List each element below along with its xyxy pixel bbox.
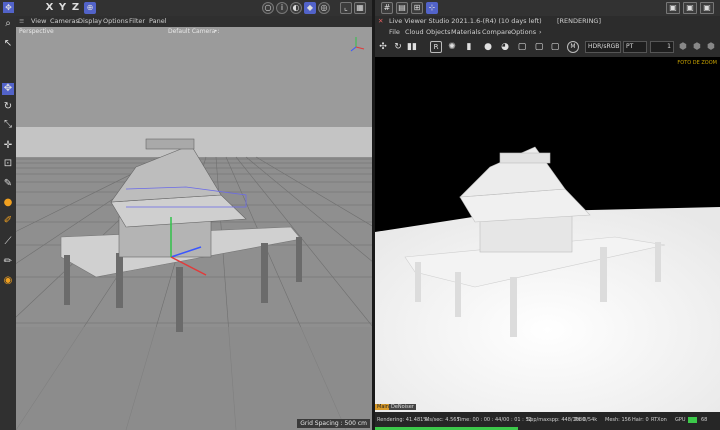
- focus-pick-icon[interactable]: ▢: [533, 41, 545, 53]
- render-settings-icon[interactable]: ▣: [700, 2, 714, 14]
- rotate-icon[interactable]: ↻: [2, 101, 14, 113]
- tri-text: Tri: 0/54k: [574, 417, 598, 423]
- snap-icon[interactable]: ○: [262, 2, 274, 14]
- menu-panel[interactable]: Panel: [149, 16, 167, 27]
- grayscale-icon[interactable]: ▮: [463, 41, 475, 53]
- viewport-menubar: ≡ View Cameras Display Options Filter Pa…: [16, 16, 372, 27]
- clay-mode-icon[interactable]: ◕: [499, 41, 511, 53]
- x-axis-toggle[interactable]: X: [44, 1, 55, 14]
- render-overlay-text: FOTO DE ZOOM: [677, 60, 717, 66]
- viewport-menu-handle-icon: ≡: [19, 17, 25, 25]
- refresh-icon[interactable]: ↻: [392, 41, 404, 53]
- perspective-viewport[interactable]: Perspective Default Camera •: Grid Spaci…: [16, 27, 372, 430]
- output-icon[interactable]: ▢: [549, 41, 561, 53]
- coordinate-system-icon[interactable]: ⊕: [84, 2, 96, 14]
- scale-icon[interactable]: ⤡: [2, 119, 14, 131]
- grid-icon[interactable]: ▦: [354, 2, 366, 14]
- rendering-progress-text: Rendering: 41.481%: [377, 417, 429, 423]
- move-icon[interactable]: ✥: [2, 83, 14, 95]
- select-arrow-icon[interactable]: ↖: [2, 38, 14, 50]
- render-output[interactable]: FOTO DE ZOOM: [375, 57, 720, 412]
- sculpt-icon[interactable]: ✏: [2, 256, 14, 268]
- time-text: Time: 00 : 00 : 44/00 : 01 : 53: [457, 417, 532, 423]
- menu-view[interactable]: View: [31, 16, 46, 27]
- transform-icon[interactable]: ✛: [2, 140, 14, 152]
- live-select-icon[interactable]: ✥: [3, 2, 14, 13]
- y-axis-toggle[interactable]: Y: [57, 1, 68, 14]
- snap-grid-icon[interactable]: #: [381, 2, 393, 14]
- info-icon[interactable]: i: [276, 2, 288, 14]
- viewport-scene: [16, 27, 372, 430]
- denoiser-tab[interactable]: DeNoiser: [389, 404, 416, 410]
- render-view-icon[interactable]: ▣: [666, 2, 680, 14]
- live-viewer-titlebar: ✕ Live Viewer Studio 2021.1.6-(R4) (10 d…: [375, 16, 720, 27]
- spline-pen-icon[interactable]: ✎: [2, 178, 14, 190]
- menu-cameras[interactable]: Cameras: [50, 16, 79, 27]
- cube-icon[interactable]: ◆: [304, 2, 316, 14]
- material-sphere-icon[interactable]: ●: [482, 41, 494, 53]
- camera-name-label[interactable]: Default Camera: [168, 28, 215, 35]
- settings-gear-icon[interactable]: ✺: [446, 41, 458, 53]
- brush-icon[interactable]: ✐: [2, 215, 14, 227]
- magnet-icon[interactable]: ◉: [2, 275, 14, 287]
- lv-menu-options[interactable]: Options: [511, 27, 536, 37]
- live-viewer-menubar: File Cloud Objects Materials Compare Opt…: [375, 27, 720, 37]
- stop-icon[interactable]: ▮▮: [406, 41, 418, 53]
- render-state-label: [RENDERING]: [557, 17, 602, 25]
- stack-icon[interactable]: ⬢: [705, 41, 717, 53]
- view-name-label: Perspective: [19, 28, 54, 35]
- lock-icon[interactable]: ◐: [290, 2, 302, 14]
- pinwheel-icon[interactable]: ✣: [377, 41, 389, 53]
- rtx-text: RTXon: [651, 417, 667, 423]
- tool-palette: ⌕ ↖ ✥ ↻ ⤡ ✛ ⊡ ✎ ● ✐ ⟋ ✏ ◉: [0, 16, 16, 430]
- more-chevron-icon[interactable]: ›: [539, 27, 542, 37]
- extrude-icon[interactable]: ⊡: [2, 158, 14, 170]
- knife-icon[interactable]: ⟋: [2, 236, 14, 248]
- render-region-icon[interactable]: ▣: [683, 2, 697, 14]
- ms-sec-text: Ms/sec: 4.565: [425, 417, 460, 423]
- gpu-value-text: 68: [701, 417, 708, 423]
- camera-link-icon[interactable]: •:: [214, 28, 220, 35]
- render-status-bar: Main DeNoiser Rendering: 41.481% Ms/sec:…: [375, 404, 720, 430]
- mesh-text: Mesh: 156: [605, 417, 631, 423]
- z-axis-toggle[interactable]: Z: [70, 1, 81, 14]
- color-space-select[interactable]: HDR/sRGB: [585, 41, 621, 53]
- lv-menu-file[interactable]: File: [389, 27, 400, 37]
- rendered-image: [375, 146, 720, 412]
- kernel-value-field[interactable]: 1: [650, 41, 674, 53]
- search-icon[interactable]: ⌕: [2, 18, 14, 30]
- guide-icon[interactable]: ⊹: [426, 2, 438, 14]
- menu-display[interactable]: Display: [78, 16, 102, 27]
- hair-text: Hair: 0: [632, 417, 649, 423]
- axis-icon[interactable]: ⌞: [340, 2, 352, 14]
- hex-icon[interactable]: ⬢: [677, 41, 689, 53]
- menu-filter[interactable]: Filter: [129, 16, 145, 27]
- gpu-label: GPU: [675, 417, 686, 423]
- live-viewer-title: Live Viewer Studio 2021.1.6-(R4) (10 day…: [389, 17, 542, 25]
- group-icon[interactable]: ⬢: [691, 41, 703, 53]
- close-icon[interactable]: ✕: [378, 16, 383, 27]
- lv-menu-objects[interactable]: Objects: [426, 27, 451, 37]
- top-toolbar: ✥ X Y Z ⊕ ○ i ◐ ◆ ◎ ⌞ ▦ # ▤ ⊞ ⊹ ▣ ▣ ▣: [0, 0, 720, 16]
- lv-menu-cloud[interactable]: Cloud: [405, 27, 424, 37]
- quantize-icon[interactable]: ⊞: [411, 2, 423, 14]
- gpu-usage-indicator: [688, 417, 697, 423]
- kernel-select[interactable]: PT: [623, 41, 647, 53]
- lock-render-icon[interactable]: ▢: [516, 41, 528, 53]
- menu-options[interactable]: Options: [103, 16, 128, 27]
- workplane-icon[interactable]: ◎: [318, 2, 330, 14]
- paint-icon[interactable]: ●: [2, 197, 14, 209]
- lv-menu-materials[interactable]: Materials: [451, 27, 481, 37]
- live-viewer-toolbar: ✣ ↻ ▮▮ R ✺ ▮ ● ◕ ▢ ▢ ▢ M HDR/sRGB PT 1 ⬢…: [375, 37, 720, 57]
- region-render-button[interactable]: R: [430, 41, 442, 53]
- layout-icon[interactable]: ▤: [396, 2, 408, 14]
- material-mode-button[interactable]: M: [567, 41, 579, 53]
- grid-spacing-label: Grid Spacing : 500 cm: [297, 419, 370, 428]
- lv-menu-compare[interactable]: Compare: [482, 27, 512, 37]
